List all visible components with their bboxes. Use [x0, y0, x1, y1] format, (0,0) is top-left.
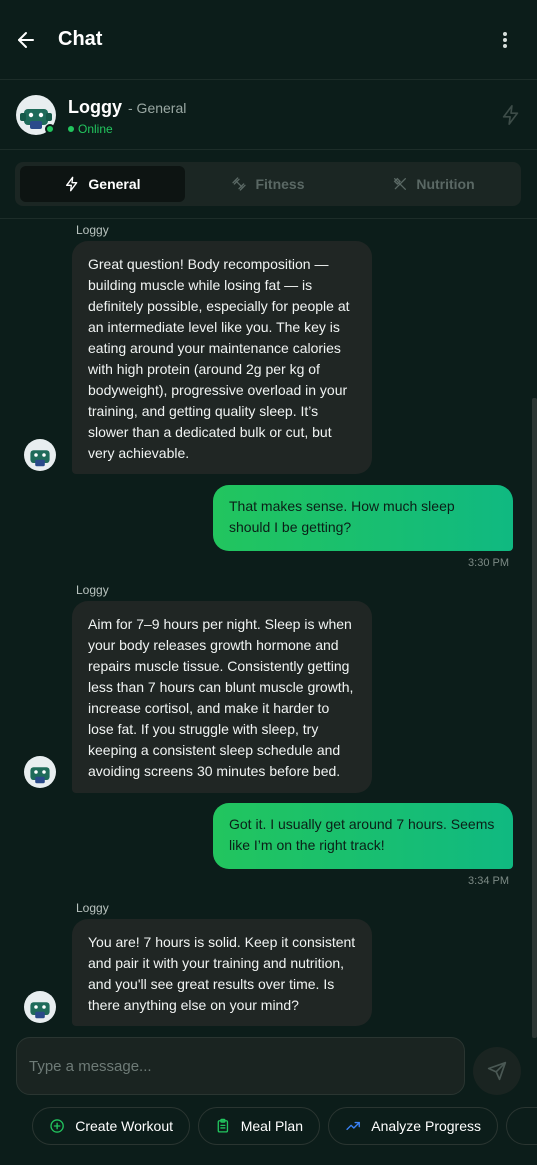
message-timestamp: 3:30 PM — [468, 557, 509, 569]
assistant-message: Aim for 7–9 hours per night. Sleep is wh… — [72, 601, 372, 793]
assistant-message: You are! 7 hours is solid. Keep it consi… — [72, 919, 372, 1026]
assistant-name: Loggy — [68, 97, 122, 117]
quick-action-label: Create Workout — [75, 1118, 173, 1134]
assistant-message: Great question! Body recomposition — bui… — [72, 241, 372, 474]
create-workout-button[interactable]: Create Workout — [32, 1107, 190, 1145]
bolt-icon — [66, 176, 78, 192]
more-vertical-icon[interactable] — [495, 28, 515, 52]
mode-tabs: General Fitness Nutrition — [15, 162, 521, 206]
analyze-progress-button[interactable]: Analyze Progress — [328, 1107, 498, 1145]
tab-fitness[interactable]: Fitness — [185, 166, 351, 202]
tab-label: Nutrition — [416, 176, 475, 192]
user-message: Got it. I usually get around 7 hours. Se… — [213, 803, 513, 869]
scrollbar[interactable] — [532, 398, 537, 1038]
more-actions-button[interactable] — [506, 1107, 537, 1145]
status-dot — [68, 126, 74, 132]
message-composer — [16, 1037, 465, 1095]
trending-up-icon — [346, 1121, 360, 1131]
back-arrow-icon[interactable] — [14, 28, 38, 52]
plus-circle-icon — [50, 1119, 64, 1133]
online-indicator — [45, 124, 55, 134]
assistant-avatar — [24, 991, 56, 1023]
assistant-mode: - General — [128, 100, 187, 116]
tab-label: Fitness — [255, 176, 305, 192]
utensils-icon — [394, 177, 407, 190]
user-message: That makes sense. How much sleep should … — [213, 485, 513, 551]
assistant-avatar — [24, 439, 56, 471]
assistant-avatar — [24, 756, 56, 788]
bolt-icon[interactable] — [500, 104, 522, 126]
tab-label: General — [88, 176, 141, 192]
sender-label: Loggy — [76, 223, 109, 237]
sender-label: Loggy — [76, 583, 109, 597]
dumbbell-icon — [232, 177, 247, 191]
assistant-header: Loggy - General Online — [0, 80, 537, 150]
tab-nutrition[interactable]: Nutrition — [351, 166, 516, 202]
sender-label: Loggy — [76, 901, 109, 915]
top-bar: Chat — [0, 0, 537, 80]
status-text: Online — [78, 122, 113, 136]
message-input[interactable] — [29, 1053, 449, 1079]
send-button[interactable] — [473, 1047, 521, 1095]
quick-action-label: Analyze Progress — [371, 1118, 481, 1134]
message-list[interactable]: Loggy Great question! Body recomposition… — [0, 219, 537, 1031]
message-timestamp: 3:34 PM — [468, 875, 509, 887]
quick-action-label: Meal Plan — [240, 1118, 303, 1134]
page-title: Chat — [58, 28, 103, 50]
meal-plan-button[interactable]: Meal Plan — [198, 1107, 320, 1145]
clipboard-icon — [217, 1118, 229, 1133]
send-icon — [487, 1061, 507, 1081]
tab-general[interactable]: General — [20, 166, 185, 202]
